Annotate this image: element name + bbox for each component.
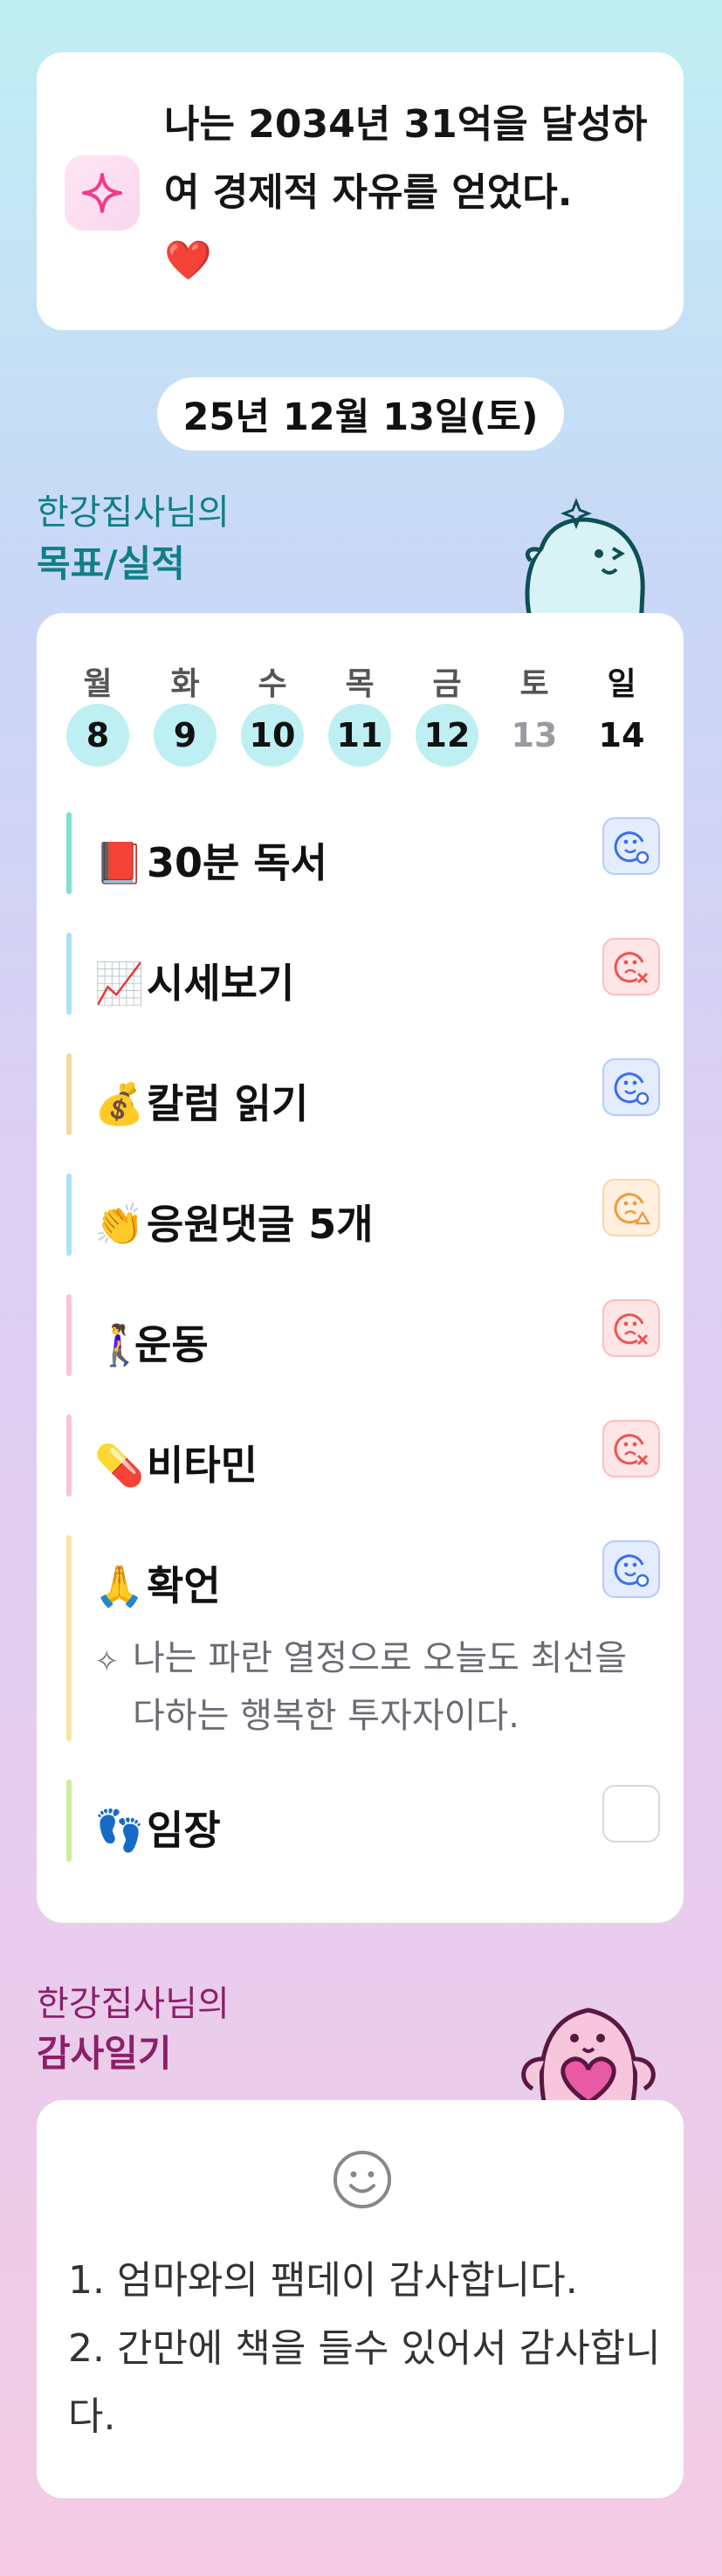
habit-row[interactable]: 🚶‍♀️운동	[66, 1294, 660, 1376]
habit-name: 응원댓글 5개	[147, 1201, 374, 1248]
habit-row[interactable]: 💊비타민	[66, 1415, 660, 1497]
day-name: 일	[607, 666, 636, 702]
chart-icon: 📈	[94, 960, 145, 1007]
heart-mascot-icon	[521, 2008, 656, 2106]
bad-face-icon	[614, 1313, 649, 1346]
day-tue[interactable]: 화 9	[141, 658, 229, 767]
status-bad-icon[interactable]	[602, 938, 660, 995]
habit-tracker-card: 월 8 화 9 수 10 목 11 금 12 토 13 일 14 📕30분 독서…	[37, 613, 684, 1923]
habit-color-bar	[66, 933, 72, 1015]
habit-label: 👣임장	[94, 1799, 221, 1856]
day-thu[interactable]: 목 11	[316, 658, 403, 767]
habit-name: 확언	[147, 1562, 221, 1609]
habit-color-bar	[66, 1535, 72, 1741]
ghost-mascot-icon	[525, 497, 645, 627]
habit-color-bar	[66, 1053, 72, 1135]
habit-name: 운동	[134, 1321, 209, 1368]
habit-name: 임장	[147, 1807, 221, 1854]
habit-label: 🚶‍♀️운동	[94, 1313, 209, 1371]
habit-name: 비타민	[147, 1442, 258, 1489]
book-icon: 📕	[94, 839, 145, 886]
walking-icon: 🚶‍♀️	[94, 1321, 145, 1368]
habit-name: 시세보기	[147, 960, 295, 1007]
good-face-icon	[614, 1072, 650, 1105]
day-mon[interactable]: 월 8	[54, 658, 141, 767]
habit-label: 📕30분 독서	[94, 831, 327, 889]
goal-text: 나는 2034년 31억을 달성하여 경제적 자유를 얻었다.	[164, 102, 648, 215]
sparkle-icon	[65, 155, 140, 231]
habit-row[interactable]: 👏응원댓글 5개	[66, 1174, 660, 1256]
day-name: 월	[83, 666, 113, 702]
affirmation-text: 나는 파란 열정으로 오늘도 최선을 다하는 행복한 투자자이다.	[133, 1638, 628, 1736]
day-name: 목	[345, 666, 375, 702]
day-number: 13	[511, 716, 558, 754]
day-name: 금	[432, 666, 462, 702]
gratitude-section-subtitle: 한강집사님의	[37, 1984, 230, 2024]
gratitude-section-title: 감사일기	[37, 2032, 172, 2075]
day-number: 9	[154, 704, 217, 767]
clap-icon: 👏	[94, 1201, 145, 1248]
day-number: 12	[416, 704, 478, 767]
date-selector[interactable]: 25년 12월 13일(토)	[157, 377, 564, 451]
day-fri[interactable]: 금 12	[403, 658, 491, 767]
heart-icon: ❤️	[164, 238, 212, 283]
week-strip: 월 8 화 9 수 10 목 11 금 12 토 13 일 14	[54, 658, 665, 767]
status-bad-icon[interactable]	[602, 1420, 660, 1477]
habit-label: 👏응원댓글 5개	[94, 1193, 374, 1250]
habit-row[interactable]: 📕30분 독서	[66, 812, 660, 894]
gratitude-text: 1. 엄마와의 팸데이 감사합니다. 2. 간만에 책을 들수 있어서 감사합니…	[68, 2258, 661, 2439]
goals-section-title: 목표/실적	[37, 542, 185, 585]
habit-name: 30분 독서	[147, 839, 327, 886]
smile-face-icon[interactable]	[332, 2149, 393, 2210]
goal-statement: 나는 2034년 31억을 달성하여 경제적 자유를 얻었다. ❤️	[164, 91, 670, 295]
gratitude-card[interactable]: 1. 엄마와의 팸데이 감사합니다. 2. 간만에 책을 들수 있어서 감사합니…	[37, 2100, 684, 2498]
status-empty-checkbox[interactable]	[602, 1785, 660, 1842]
day-number: 8	[66, 704, 129, 767]
status-meh-icon[interactable]	[602, 1179, 660, 1236]
sparkle-icon: ✧	[94, 1644, 120, 1679]
good-face-icon	[614, 831, 650, 864]
habit-label: 💊비타민	[94, 1434, 258, 1491]
goal-card[interactable]: 나는 2034년 31억을 달성하여 경제적 자유를 얻었다. ❤️	[37, 52, 684, 330]
day-wed[interactable]: 수 10	[229, 658, 316, 767]
day-sat[interactable]: 토 13	[491, 658, 578, 767]
habit-color-bar	[66, 1174, 72, 1256]
bad-face-icon	[614, 1434, 649, 1466]
habit-color-bar	[66, 1415, 72, 1497]
status-good-icon[interactable]	[602, 817, 660, 875]
affirmation: ✧ 나는 파란 열정으로 오늘도 최선을 다하는 행복한 투자자이다.	[94, 1629, 653, 1745]
status-bad-icon[interactable]	[602, 1299, 660, 1357]
habit-label: 📈시세보기	[94, 952, 294, 1009]
money-bag-icon: 💰	[94, 1080, 145, 1127]
day-name: 화	[170, 666, 200, 702]
habit-row[interactable]: 🙏확언 ✧ 나는 파란 열정으로 오늘도 최선을 다하는 행복한 투자자이다.	[66, 1535, 660, 1741]
habit-row[interactable]: 💰칼럼 읽기	[66, 1053, 660, 1135]
footprints-icon: 👣	[94, 1807, 145, 1854]
habit-row[interactable]: 📈시세보기	[66, 933, 660, 1015]
pill-icon: 💊	[94, 1442, 145, 1489]
pray-icon: 🙏	[94, 1562, 145, 1609]
status-good-icon[interactable]	[602, 1058, 660, 1116]
day-sun[interactable]: 일 14	[578, 658, 665, 767]
habit-color-bar	[66, 1780, 72, 1862]
day-number: 10	[241, 704, 304, 767]
habit-label: 💰칼럼 읽기	[94, 1072, 308, 1130]
day-number: 11	[328, 704, 391, 767]
habit-row[interactable]: 👣임장	[66, 1780, 660, 1862]
day-name: 토	[519, 666, 549, 702]
habit-label: 🙏확언	[94, 1554, 221, 1612]
habit-color-bar	[66, 812, 72, 894]
day-name: 수	[258, 666, 287, 702]
good-face-icon	[614, 1554, 650, 1588]
bad-face-icon	[614, 952, 649, 984]
goals-section-subtitle: 한강집사님의	[37, 492, 230, 533]
meh-face-icon	[614, 1193, 651, 1225]
status-good-icon[interactable]	[602, 1540, 660, 1598]
day-number: 14	[598, 716, 645, 754]
habit-color-bar	[66, 1294, 72, 1376]
habit-name: 칼럼 읽기	[147, 1080, 309, 1127]
